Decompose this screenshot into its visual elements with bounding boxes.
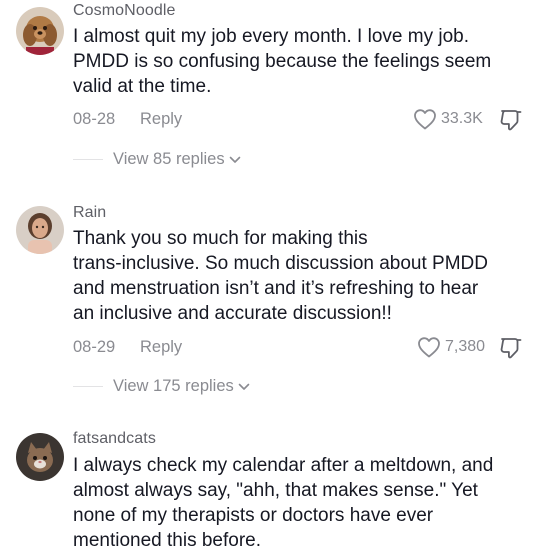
- comment-line: PMDD is so confusing because the feeling…: [73, 51, 492, 72]
- comment-username[interactable]: Rain: [73, 204, 106, 222]
- thumbs-down-icon: [500, 338, 522, 359]
- avatar[interactable]: [16, 433, 64, 481]
- comment-line: valid at the time.: [73, 76, 212, 97]
- view-replies-button[interactable]: View 175 replies: [113, 377, 250, 396]
- comment-line: an inclusive and accurate discussion!!: [73, 303, 392, 324]
- replies-divider: [73, 386, 103, 387]
- like-button[interactable]: 7,380: [417, 336, 485, 358]
- view-replies-button[interactable]: View 85 replies: [113, 150, 241, 169]
- comment-line: I almost quit my job every month. I love…: [73, 26, 469, 47]
- avatar[interactable]: [16, 7, 64, 55]
- comment-username[interactable]: CosmoNoodle: [73, 2, 175, 20]
- heart-icon: [418, 337, 440, 358]
- comment-username[interactable]: fatsandcats: [73, 430, 156, 448]
- comment-line: almost always say, "ahh, that makes sens…: [73, 480, 478, 501]
- comment-line: I always check my calendar after a meltd…: [73, 455, 494, 476]
- comment-line: mentioned this before.: [73, 530, 262, 551]
- person-avatar-icon: [16, 206, 64, 254]
- thumbs-down-icon: [500, 110, 522, 131]
- replies-divider: [73, 159, 103, 160]
- cat-avatar-icon: [16, 433, 64, 481]
- like-button[interactable]: 33.3K: [413, 108, 483, 130]
- comment-date: 08-29: [73, 338, 116, 356]
- comment-line: trans-inclusive. So much discussion abou…: [73, 253, 489, 274]
- like-count: 7,380: [445, 338, 486, 355]
- dislike-button[interactable]: [498, 107, 524, 133]
- comment-line: Thank you so much for making this: [73, 228, 368, 249]
- view-replies-label: View 175 replies: [113, 377, 234, 395]
- comment-date: 08-28: [73, 110, 116, 128]
- dislike-button[interactable]: [498, 335, 524, 361]
- comment-line: none of my therapists or doctors have ev…: [73, 505, 434, 526]
- comment-line: and menstruation isn’t and it’s refreshi…: [73, 278, 479, 299]
- comment-text: I always check my calendar after a meltd…: [73, 453, 523, 553]
- view-replies-label: View 85 replies: [113, 150, 225, 168]
- dog-avatar-icon: [16, 7, 64, 55]
- avatar[interactable]: [16, 206, 64, 254]
- like-count: 33.3K: [441, 110, 483, 127]
- chevron-down-icon: [229, 156, 240, 163]
- comment-text: I almost quit my job every month. I love…: [73, 24, 523, 99]
- reply-button[interactable]: Reply: [140, 110, 182, 129]
- comment-text: Thank you so much for making this trans-…: [73, 226, 523, 326]
- heart-icon: [414, 109, 436, 130]
- reply-button[interactable]: Reply: [140, 338, 182, 357]
- chevron-down-icon: [238, 383, 250, 390]
